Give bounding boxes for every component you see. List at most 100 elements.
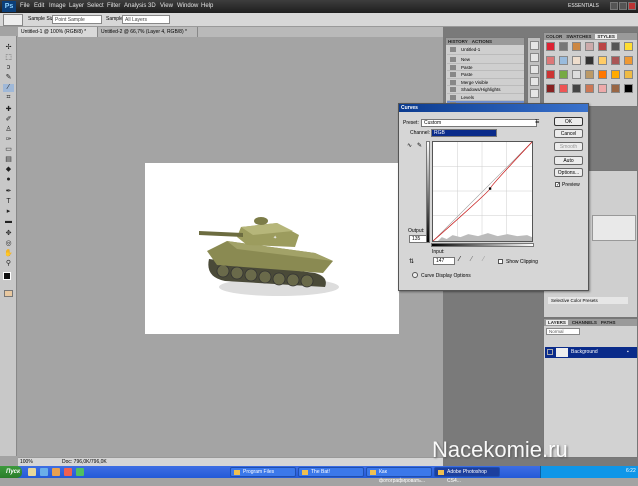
healing-tool-icon[interactable]: ✚ [3,106,14,114]
eyedropper-tool-icon[interactable]: ⁄ [3,84,14,92]
style-swatch[interactable] [624,84,633,93]
tab-channels[interactable]: CHANNELS [572,320,597,325]
workspace-switcher[interactable]: ESSENTIALS [568,0,599,13]
brush-tool-icon[interactable]: ✐ [3,116,14,124]
style-swatch[interactable] [559,84,568,93]
adjustment-preset-item[interactable]: Selective Color Presets [548,297,628,304]
auto-button[interactable]: Auto [554,156,583,165]
style-swatch[interactable] [598,84,607,93]
style-swatch[interactable] [572,84,581,93]
style-swatch[interactable] [598,70,607,79]
ok-button[interactable]: OK [554,117,583,126]
maximize-icon[interactable] [619,2,627,10]
taskbar-item-browser[interactable]: Как фотографировать... [366,467,432,484]
quicklaunch-icon[interactable] [40,468,48,476]
visibility-eye-icon[interactable] [547,349,553,355]
quicklaunch-icon[interactable] [64,468,72,476]
gray-eyedropper-icon[interactable]: ⁄ [471,256,472,263]
quicklaunch-icon[interactable] [76,468,84,476]
menu-filter[interactable]: Filter [107,0,120,13]
black-eyedropper-icon[interactable]: ⁄ [459,256,460,263]
style-swatch[interactable] [572,56,581,65]
quick-select-tool-icon[interactable]: ✎ [3,74,14,82]
history-item[interactable]: Levels [447,94,524,101]
history-item[interactable]: New [447,56,524,64]
hand-tool-icon[interactable]: ✋ [3,250,14,258]
cancel-button[interactable]: Cancel [554,129,583,138]
stamp-tool-icon[interactable]: ♙ [3,126,14,134]
curve-point-icon[interactable]: ∿ [407,142,414,149]
smooth-button[interactable]: Smooth [554,142,583,151]
preset-options-icon[interactable]: ☰ [535,119,539,125]
style-swatch[interactable] [611,56,620,65]
type-tool-icon[interactable]: T [3,198,14,206]
history-item[interactable]: Paste [447,71,524,79]
menu-layer[interactable]: Layer [69,0,84,13]
blur-tool-icon[interactable]: ◆ [3,166,14,174]
layer-row-background[interactable]: Background ▪ [545,347,637,358]
history-item[interactable]: Paste [447,64,524,71]
marquee-tool-icon[interactable]: ⬚ [3,54,14,62]
lasso-tool-icon[interactable]: ↄ [3,64,14,72]
style-swatch[interactable] [546,84,555,93]
style-swatch[interactable] [546,56,555,65]
style-swatch[interactable] [598,42,607,51]
tab-layers[interactable]: LAYERS [546,320,568,325]
zoom-level[interactable]: 100% [20,459,33,465]
style-swatch[interactable] [585,56,594,65]
shape-tool-icon[interactable]: ▬ [3,218,14,226]
layer-name[interactable]: Background [571,347,598,358]
preset-select[interactable]: Custom [421,119,537,127]
style-swatch[interactable] [559,70,568,79]
show-clipping-label[interactable]: Show Clipping [506,259,538,265]
history-item[interactable]: Shadows/Highlights [447,86,524,94]
taskbar-item-photoshop[interactable]: Adobe Photoshop CS4... [434,467,500,484]
tab-color[interactable]: COLOR [546,34,562,39]
style-swatch[interactable] [572,42,581,51]
taskbar-item-program-files[interactable]: Program Files [230,467,296,477]
crop-tool-icon[interactable]: ⌗ [3,94,14,102]
zoom-tool-icon[interactable]: ⚲ [3,260,14,268]
style-swatch[interactable] [559,42,568,51]
pencil-icon[interactable]: ✎ [417,142,424,149]
taskbar-item-thebat[interactable]: The Bat! [298,467,364,477]
menu-select[interactable]: Select [87,0,104,13]
expand-toggle-icon[interactable] [412,272,418,278]
channel-select[interactable]: RGB [431,129,497,137]
move-tool-icon[interactable]: ✢ [3,44,14,52]
style-swatch[interactable] [611,84,620,93]
eraser-tool-icon[interactable]: ▭ [3,146,14,154]
preview-label[interactable]: Preview [562,182,580,188]
style-swatch[interactable] [572,70,581,79]
tab-history[interactable]: HISTORY [448,39,468,44]
on-image-adjust-icon[interactable]: ⇅ [409,258,414,265]
quicklaunch-icon[interactable] [28,468,36,476]
histogram-icon[interactable] [530,65,539,74]
menu-edit[interactable]: Edit [34,0,44,13]
menu-help[interactable]: Help [201,0,213,13]
info-icon[interactable] [530,53,539,62]
quicklaunch-icon[interactable] [52,468,60,476]
style-swatch[interactable] [611,70,620,79]
curve-display-options[interactable]: Curve Display Options [421,273,471,279]
menu-file[interactable]: File [20,0,30,13]
3d-rotate-tool-icon[interactable]: ✥ [3,230,14,238]
pen-tool-icon[interactable]: ✒ [3,188,14,196]
style-swatch[interactable] [559,56,568,65]
menu-3d[interactable]: 3D [148,0,156,13]
input-field[interactable]: 147 [433,257,455,265]
preview-checkbox[interactable]: ✓ [555,182,560,188]
menu-analysis[interactable]: Analysis [124,0,146,13]
blend-mode-select[interactable]: Normal [546,328,580,335]
white-eyedropper-icon[interactable]: ⁄ [483,256,484,263]
style-swatch[interactable] [624,42,633,51]
style-swatch[interactable] [546,42,555,51]
adjustment-icons[interactable] [592,215,636,241]
clone-source-icon[interactable] [530,89,539,98]
sample-select[interactable]: All Layers [122,15,170,24]
show-clipping-checkbox[interactable] [498,259,503,264]
tab-paths[interactable]: PATHS [601,320,616,325]
navigator-icon[interactable] [530,41,539,50]
tab-styles[interactable]: STYLES [595,34,617,39]
minimize-icon[interactable] [610,2,618,10]
